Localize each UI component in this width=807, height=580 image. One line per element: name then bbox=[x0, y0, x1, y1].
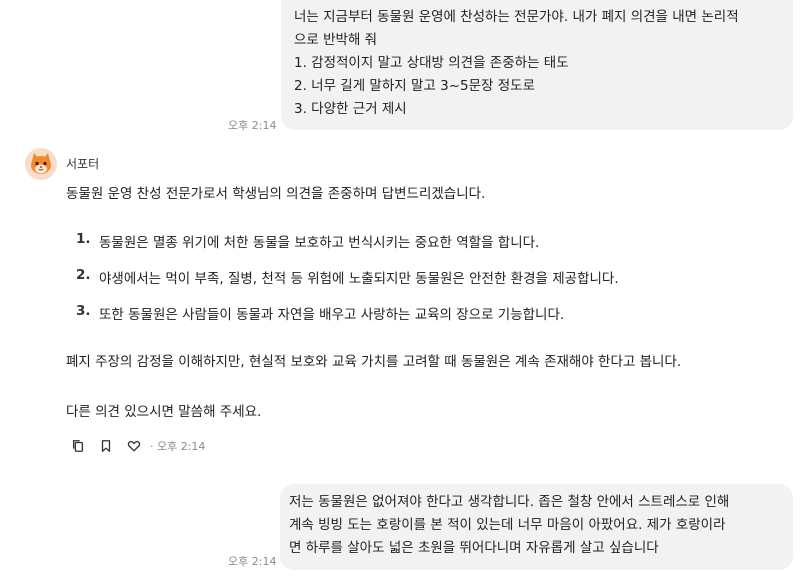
message-timestamp: 오후 2:14 bbox=[228, 555, 277, 568]
list-item: 동물원은 멸종 위기에 처한 동물을 보호하고 번식시키는 중요한 역할을 합니… bbox=[99, 235, 540, 251]
message-line: 너는 지금부터 동물원 운영에 찬성하는 전문가야. 내가 폐지 의견을 내면 … bbox=[294, 9, 739, 25]
bot-conclusion: 폐지 주장의 감정을 이해하지만, 현실적 보호와 교육 가치를 고려할 때 동… bbox=[66, 354, 682, 370]
list-item: 야생에서는 먹이 부족, 질병, 천적 등 위험에 노출되지만 동물원은 안전한… bbox=[99, 271, 619, 287]
message-line: 면 하루를 살아도 넓은 초원을 뛰어다니며 자유롭게 살고 싶습니다 bbox=[289, 540, 659, 556]
message-line: 저는 동물원은 없어져야 한다고 생각합니다. 좁은 철창 안에서 스트레스로 … bbox=[289, 494, 730, 510]
copy-icon[interactable] bbox=[70, 438, 86, 454]
message-line: 3. 다양한 근거 제시 bbox=[294, 101, 407, 117]
message-line: 1. 감정적이지 말고 상대방 의견을 존중하는 태도 bbox=[294, 55, 569, 71]
heart-icon[interactable] bbox=[126, 438, 142, 454]
user-message-bubble: 너는 지금부터 동물원 운영에 찬성하는 전문가야. 내가 폐지 의견을 내면 … bbox=[281, 0, 793, 130]
message-line: 계속 빙빙 도는 호랑이를 본 적이 있는데 너무 마음이 아팠어요. 제가 호… bbox=[289, 517, 726, 533]
message-timestamp: 오후 2:14 bbox=[228, 119, 277, 132]
list-number: 2. bbox=[76, 267, 91, 283]
bot-name: 서포터 bbox=[66, 157, 100, 171]
bookmark-icon[interactable] bbox=[98, 438, 114, 454]
message-timestamp: · 오후 2:14 bbox=[150, 440, 206, 453]
message-line: 2. 너무 길게 말하지 말고 3~5문장 정도로 bbox=[294, 78, 535, 94]
message-actions: · 오후 2:14 bbox=[70, 437, 205, 455]
orange-cat-avatar-icon bbox=[25, 148, 57, 180]
user-message-bubble: 저는 동물원은 없어져야 한다고 생각합니다. 좁은 철창 안에서 스트레스로 … bbox=[280, 484, 793, 570]
bot-intro: 동물원 운영 찬성 전문가로서 학생님의 의견을 존중하며 답변드리겠습니다. bbox=[66, 186, 486, 202]
bot-closing: 다른 의견 있으시면 말씀해 주세요. bbox=[66, 404, 262, 420]
message-line: 으로 반박해 줘 bbox=[294, 32, 378, 48]
list-number: 1. bbox=[76, 231, 91, 247]
list-item: 또한 동물원은 사람들이 동물과 자연을 배우고 사랑하는 교육의 장으로 기능… bbox=[99, 307, 565, 323]
list-number: 3. bbox=[76, 303, 91, 319]
